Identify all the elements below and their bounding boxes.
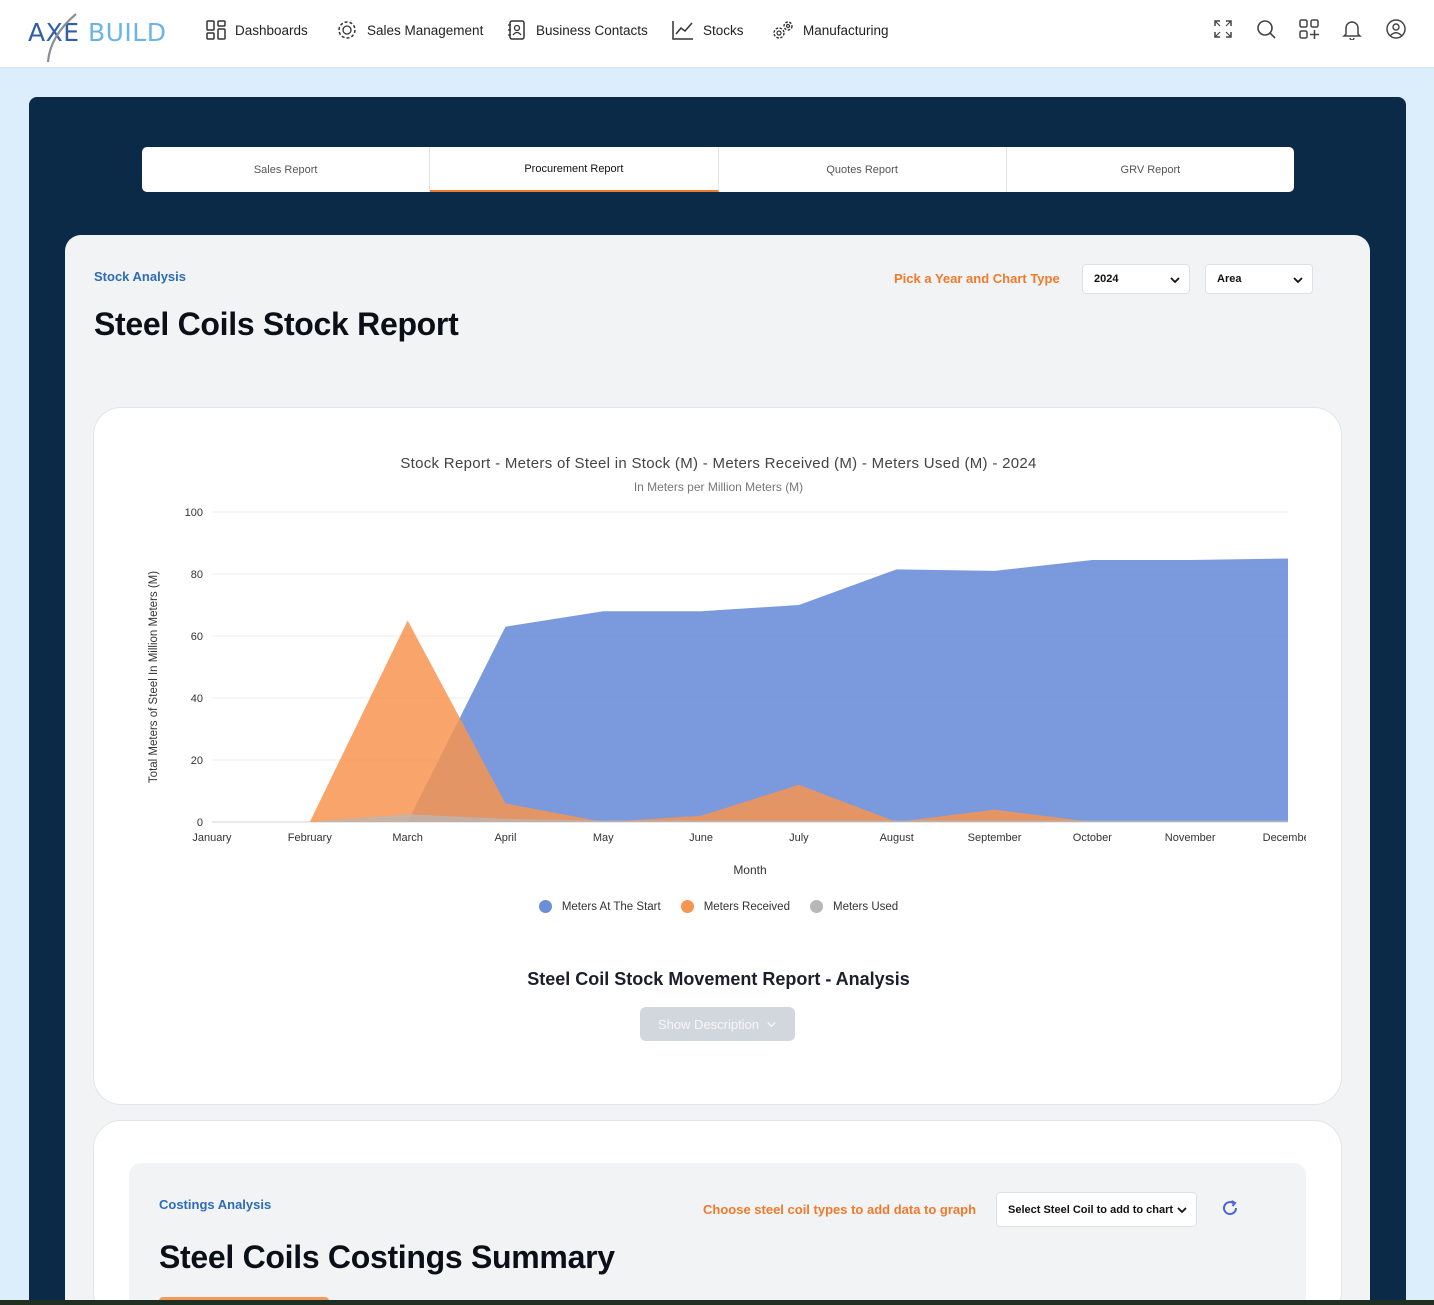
y-tick-label: 100 [185,507,203,519]
x-tick-label: May [593,832,614,844]
chevron-down-icon [767,1021,776,1027]
legend-item-meters-start[interactable]: Meters At The Start [538,900,661,913]
tab-procurement-report[interactable]: Procurement Report [430,147,719,192]
nav-sales-management[interactable]: Sales Management [335,16,483,44]
legend-dot-meters-received [680,900,694,913]
x-tick-label: July [789,832,809,844]
axe-build-logo[interactable]: AXE BUILD [28,10,168,63]
tab-grv-report[interactable]: GRV Report [1007,147,1294,192]
costings-summary-title: Steel Coils Costings Summary [159,1239,615,1275]
dashboard-grid-icon [206,20,226,40]
y-tick-label: 80 [191,569,203,581]
legend-item-meters-used[interactable]: Meters Used [809,900,899,913]
stock-area-chart: 0 20 40 60 80 100 January February March April May… [148,507,1314,877]
apps-add-icon[interactable] [1298,18,1320,40]
report-tabs: Sales Report Procurement Report Quotes R… [142,147,1294,192]
nav-manufacturing-label: Manufacturing [803,22,889,38]
steel-coil-select-value: Select Steel Coil to add to chart [1008,1203,1174,1216]
nav-dashboards[interactable]: Dashboards [205,16,308,44]
legend-dot-meters-start [538,900,552,913]
logo-build-text: BUILD [87,18,167,47]
pick-year-chart-label: Pick a Year and Chart Type [894,271,1060,286]
costings-inner-panel [129,1163,1306,1305]
legend-item-meters-received[interactable]: Meters Received [680,900,790,913]
chart-type-select-value: Area [1217,273,1242,285]
trend-chart-icon [672,21,693,40]
chevron-down-icon [1177,1207,1187,1214]
y-tick-label: 20 [191,755,203,767]
x-tick-label: February [288,832,333,844]
x-tick-label: June [689,832,713,844]
show-description-button[interactable]: Show Description [640,1007,795,1041]
year-select-value: 2024 [1094,273,1119,285]
year-select[interactable]: 2024 [1082,264,1190,294]
x-axis-title: Month [733,863,766,877]
contacts-book-icon [508,20,525,40]
top-navbar: AXE BUILD Dashboards Sales Management Bu… [0,0,1434,68]
bottom-edge [0,1300,1434,1305]
y-tick-label: 0 [197,817,203,829]
chart-legend: Meters At The Start Meters Received Mete… [94,900,1343,913]
chart-type-select[interactable]: Area [1205,264,1313,294]
x-tick-label: October [1073,832,1112,844]
steel-coil-select[interactable]: Select Steel Coil to add to chart [996,1192,1197,1227]
x-tick-label: November [1165,832,1216,844]
x-tick-label: August [880,832,914,844]
x-tick-label: September [968,832,1022,844]
legend-dot-meters-used [809,900,823,913]
gears-icon [773,21,793,39]
fullscreen-icon[interactable] [1212,18,1234,40]
chevron-down-icon [1170,277,1180,284]
x-tick-label: December [1263,832,1314,844]
logo-swoosh-icon [46,13,77,63]
stock-analysis-eyebrow: Stock Analysis [94,269,187,284]
nav-stocks[interactable]: Stocks [671,16,744,44]
choose-steel-coil-label: Choose steel coil types to add data to g… [703,1202,977,1217]
costings-analysis-eyebrow: Costings Analysis [159,1197,272,1212]
nav-dashboards-label: Dashboards [235,22,308,38]
x-tick-label: April [494,832,516,844]
sales-gear-icon [338,21,356,39]
nav-manufacturing[interactable]: Manufacturing [771,16,889,44]
stock-chart-card: Stock Report - Meters of Steel in Stock … [93,407,1342,1105]
user-icon[interactable] [1385,18,1407,40]
nav-sales-management-label: Sales Management [367,22,484,38]
nav-stocks-label: Stocks [703,22,744,38]
legend-label-meters-received: Meters Received [703,900,790,913]
stock-report-title: Steel Coils Stock Report [94,306,459,342]
tab-quotes-report[interactable]: Quotes Report [719,147,1007,192]
search-icon[interactable] [1255,18,1277,40]
tab-sales-report[interactable]: Sales Report [142,147,431,192]
y-axis-title: Total Meters of Steel In Million Meters … [148,571,160,783]
x-tick-label: March [392,832,423,844]
y-tick-label: 60 [191,631,203,643]
nav-business-contacts[interactable]: Business Contacts [506,16,648,44]
show-description-label: Show Description [657,1016,760,1032]
y-tick-label: 40 [191,693,203,705]
bell-icon[interactable] [1341,18,1363,40]
x-tick-label: January [192,832,232,844]
refresh-icon[interactable] [1221,1199,1239,1217]
nav-business-contacts-label: Business Contacts [536,22,648,38]
analysis-title: Steel Coil Stock Movement Report - Analy… [527,969,910,989]
legend-label-meters-start: Meters At The Start [561,900,661,913]
legend-label-meters-used: Meters Used [832,900,899,913]
chevron-down-icon [1293,277,1303,284]
